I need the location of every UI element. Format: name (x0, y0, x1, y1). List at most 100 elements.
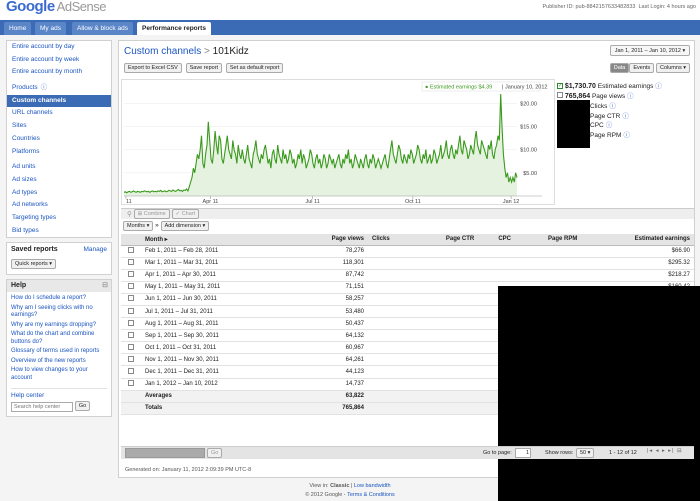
help-link[interactable]: Why am I seeing clicks with no earnings? (7, 304, 111, 321)
sort-arrow-icon: ▸ (164, 236, 168, 243)
sidebar-item-ad-units[interactable]: Ad units (7, 161, 111, 174)
row-checkbox[interactable] (128, 380, 134, 387)
tab-my-ads[interactable]: My ads (35, 22, 66, 35)
columns-button[interactable]: Columns ▾ (656, 63, 690, 73)
row-checkbox[interactable] (128, 271, 134, 278)
sidebar-item-products[interactable]: Products ⓘ (7, 82, 111, 95)
tab-allow-block-ads[interactable]: Allow & block ads (72, 22, 133, 35)
header-page-views[interactable]: Page views (253, 234, 368, 246)
set-default-report-button[interactable]: Set as default report (225, 63, 284, 73)
sidebar-item-label: Ad sizes (12, 175, 37, 183)
row-checkbox[interactable] (128, 307, 134, 314)
dimension-toolbar: Months ▾ » Add dimension ▾ (121, 220, 694, 233)
help-link[interactable]: How to view changes to your account (7, 366, 111, 383)
events-view-button[interactable]: Events (629, 63, 655, 73)
row-checkbox[interactable] (128, 343, 134, 350)
data-view-button[interactable]: Data (609, 63, 630, 73)
low-bandwidth-link[interactable]: Low bandwidth (354, 483, 391, 489)
info-icon[interactable]: ⓘ (622, 113, 629, 120)
sidebar-item-label: Sites (12, 122, 27, 130)
sidebar-item-entire-account-by-day[interactable]: Entire account by day (7, 41, 111, 54)
table-row[interactable]: Feb 1, 2011 – Feb 28, 2011 78,276 $66.90 (121, 245, 694, 258)
sidebar-item-entire-account-by-month[interactable]: Entire account by month (7, 66, 111, 79)
quick-reports-button[interactable]: Quick reports ▾ (11, 259, 56, 270)
date-range-picker[interactable]: Jan 1, 2011 – Jan 10, 2012 ▾ (610, 45, 690, 56)
help-link[interactable]: How do I schedule a report? (7, 294, 111, 304)
header-month[interactable]: Month ▸ (141, 234, 253, 246)
filter-icon[interactable]: ⚲ (127, 211, 132, 218)
help-link[interactable]: Why are my earnings dropping? (7, 321, 111, 331)
cell-redacted (368, 305, 414, 319)
row-checkbox[interactable] (128, 259, 134, 266)
info-icon[interactable]: ⓘ (606, 122, 613, 129)
sidebar-item-countries[interactable]: Countries (7, 133, 111, 146)
legend-metric-row[interactable]: Clicks ⓘ (590, 100, 694, 110)
help-link[interactable]: Glossary of terms used in reports (7, 347, 111, 357)
sidebar-item-sites[interactable]: Sites (7, 120, 111, 133)
terms-link[interactable]: Terms & Conditions (347, 492, 395, 498)
collapse-icon[interactable]: ⊟ (102, 280, 108, 292)
sidebar-item-entire-account-by-week[interactable]: Entire account by week (7, 54, 111, 67)
show-rows-label: Show rows: (545, 450, 574, 456)
sidebar-item-ad-types[interactable]: Ad types (7, 187, 111, 200)
header-page-ctr[interactable]: Page CTR (413, 234, 479, 246)
export-csv-button[interactable]: Export to Excel CSV (124, 63, 182, 73)
table-row[interactable]: Mar 1, 2011 – Mar 31, 2011 118,301 $295.32 (121, 257, 694, 270)
pager-nav-icons[interactable]: |◂ ◂ ▸ ▸| ⊟ (647, 448, 683, 454)
info-icon[interactable]: ⓘ (655, 83, 662, 90)
row-checkbox[interactable] (128, 367, 134, 374)
cell-month: Aug 1, 2011 – Aug 31, 2011 (141, 317, 253, 331)
info-icon[interactable]: ⓘ (627, 93, 634, 100)
adsense-logo[interactable]: Google AdSense (6, 0, 106, 15)
earnings-checkbox[interactable]: ✓ (557, 83, 563, 90)
info-icon[interactable]: ⓘ (41, 84, 48, 91)
months-select[interactable]: Months ▾ (123, 221, 154, 231)
sidebar-item-platforms[interactable]: Platforms (7, 146, 111, 159)
header-estimated-earnings[interactable]: Estimated earnings (581, 234, 694, 246)
sidebar-item-ad-networks[interactable]: Ad networks (7, 199, 111, 212)
table-row[interactable]: Apr 1, 2011 – Apr 30, 2011 87,742 $218.27 (121, 269, 694, 282)
save-report-button[interactable]: Save report (185, 63, 223, 73)
classic-view-link[interactable]: Classic (330, 483, 349, 489)
row-checkbox[interactable] (128, 247, 134, 254)
row-checkbox[interactable] (128, 295, 134, 302)
combine-button[interactable]: ⊞ Combine (133, 209, 170, 219)
legend-metric-label: Clicks (590, 103, 608, 110)
legend-metric-row[interactable]: CPC ⓘ (590, 119, 694, 129)
help-search-go-button[interactable]: Go (74, 401, 91, 412)
help-search-input[interactable] (11, 402, 73, 413)
header-clicks[interactable]: Clicks (368, 234, 414, 246)
help-link[interactable]: What do the chart and combine buttons do… (7, 330, 111, 347)
help-center-link[interactable]: Help center (11, 388, 107, 399)
row-checkbox[interactable] (128, 331, 134, 338)
page-number-input[interactable]: 1 (515, 448, 531, 458)
chart-button[interactable]: ✓ Chart (171, 209, 200, 219)
cell-page-views: 64,261 (253, 353, 368, 367)
tab-home[interactable]: Home (4, 22, 32, 35)
add-dimension-button[interactable]: Add dimension ▾ (160, 220, 210, 231)
row-checkbox[interactable] (128, 283, 134, 290)
sidebar-item-custom-channels[interactable]: Custom channels (7, 94, 111, 108)
row-checkbox[interactable] (128, 319, 134, 326)
sidebar-item-targeting-types[interactable]: Targeting types (7, 212, 111, 225)
breadcrumb-custom-channels[interactable]: Custom channels (124, 46, 201, 57)
header-cpc[interactable]: CPC (478, 234, 515, 246)
double-chevron-icon[interactable]: » (155, 222, 159, 229)
rows-per-page-select[interactable]: 50 ▾ (576, 448, 595, 458)
earnings-chart[interactable]: $20.00 $15.00 $10.00 $5.00 11 Apr 11 Jul 11 Oct… (121, 79, 555, 205)
sidebar-item-url-channels[interactable]: URL channels (7, 107, 111, 120)
header-page-rpm[interactable]: Page RPM (514, 234, 582, 246)
row-checkbox[interactable] (128, 355, 134, 362)
sidebar-item-bid-types[interactable]: Bid types (7, 225, 111, 238)
sidebar-item-ad-sizes[interactable]: Ad sizes (7, 174, 111, 187)
pageviews-checkbox[interactable] (557, 92, 563, 98)
manage-link[interactable]: Manage (84, 246, 108, 253)
info-icon[interactable]: ⓘ (623, 132, 630, 139)
help-link[interactable]: Overview of the new reports (7, 357, 111, 367)
legend-metric-row[interactable]: Page CTR ⓘ (590, 110, 694, 120)
tab-performance-reports[interactable]: Performance reports (137, 22, 211, 35)
legend-metric-row[interactable]: Page RPM ⓘ (590, 129, 694, 139)
info-icon[interactable]: ⓘ (609, 103, 616, 110)
pager-go-button[interactable]: Go (207, 448, 223, 458)
cell-redacted (368, 341, 414, 355)
